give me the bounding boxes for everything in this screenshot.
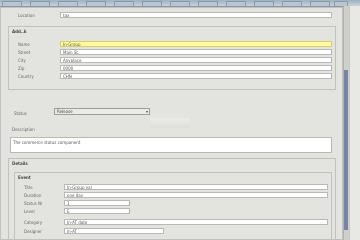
address-country-field[interactable]: CHN bbox=[60, 73, 332, 79]
detail-title-field[interactable]: In-Group val bbox=[64, 184, 328, 190]
event-group bbox=[14, 172, 332, 240]
address-city-label: City bbox=[18, 58, 26, 63]
address-zip-label: Zip bbox=[18, 66, 25, 71]
address-section-title: Add..k bbox=[12, 29, 27, 34]
location-label: Location bbox=[18, 13, 35, 18]
address-name-field[interactable]: In-Group bbox=[60, 41, 332, 47]
address-street-field[interactable]: Main St. bbox=[60, 49, 332, 55]
detail-status-nr-label: Status Nr bbox=[24, 201, 43, 206]
detail-designer-label: Designer bbox=[24, 229, 42, 234]
right-edge-panel bbox=[349, 6, 360, 240]
status-select-value: Release bbox=[57, 109, 73, 114]
detail-category-label: Category bbox=[24, 220, 43, 225]
detail-level-label: Level bbox=[24, 209, 35, 214]
description-label: Description bbox=[12, 127, 35, 132]
detail-duration-field[interactable]: one day bbox=[64, 192, 328, 198]
detail-duration-label: Duration bbox=[24, 193, 42, 198]
address-name-label: Name bbox=[18, 42, 30, 47]
address-street-label: Street bbox=[18, 50, 31, 55]
top-toolbar bbox=[0, 0, 360, 7]
address-country-label: Country bbox=[18, 74, 34, 79]
address-zip-field[interactable]: 0000 bbox=[60, 65, 332, 71]
detail-designer-field[interactable]: In-AT bbox=[64, 228, 164, 234]
detail-category-field[interactable]: In-AT date bbox=[64, 219, 328, 225]
description-textarea[interactable]: The commerce status component bbox=[10, 137, 332, 153]
status-label: Status bbox=[14, 111, 27, 116]
detail-status-nr-field[interactable]: 1 bbox=[64, 200, 130, 206]
detail-level-field[interactable]: E bbox=[64, 208, 130, 214]
event-group-title: Event bbox=[18, 175, 31, 180]
status-select[interactable]: Release ▾ bbox=[54, 108, 150, 115]
details-section-title: Details bbox=[12, 161, 28, 166]
location-field[interactable]: tax bbox=[60, 12, 332, 18]
chevron-down-icon: ▾ bbox=[145, 109, 148, 114]
watermark-logo bbox=[150, 118, 190, 128]
detail-title-label: Title bbox=[24, 185, 33, 190]
address-city-field[interactable]: Anyplace bbox=[60, 57, 332, 63]
scrollbar-thumb[interactable] bbox=[344, 70, 348, 230]
